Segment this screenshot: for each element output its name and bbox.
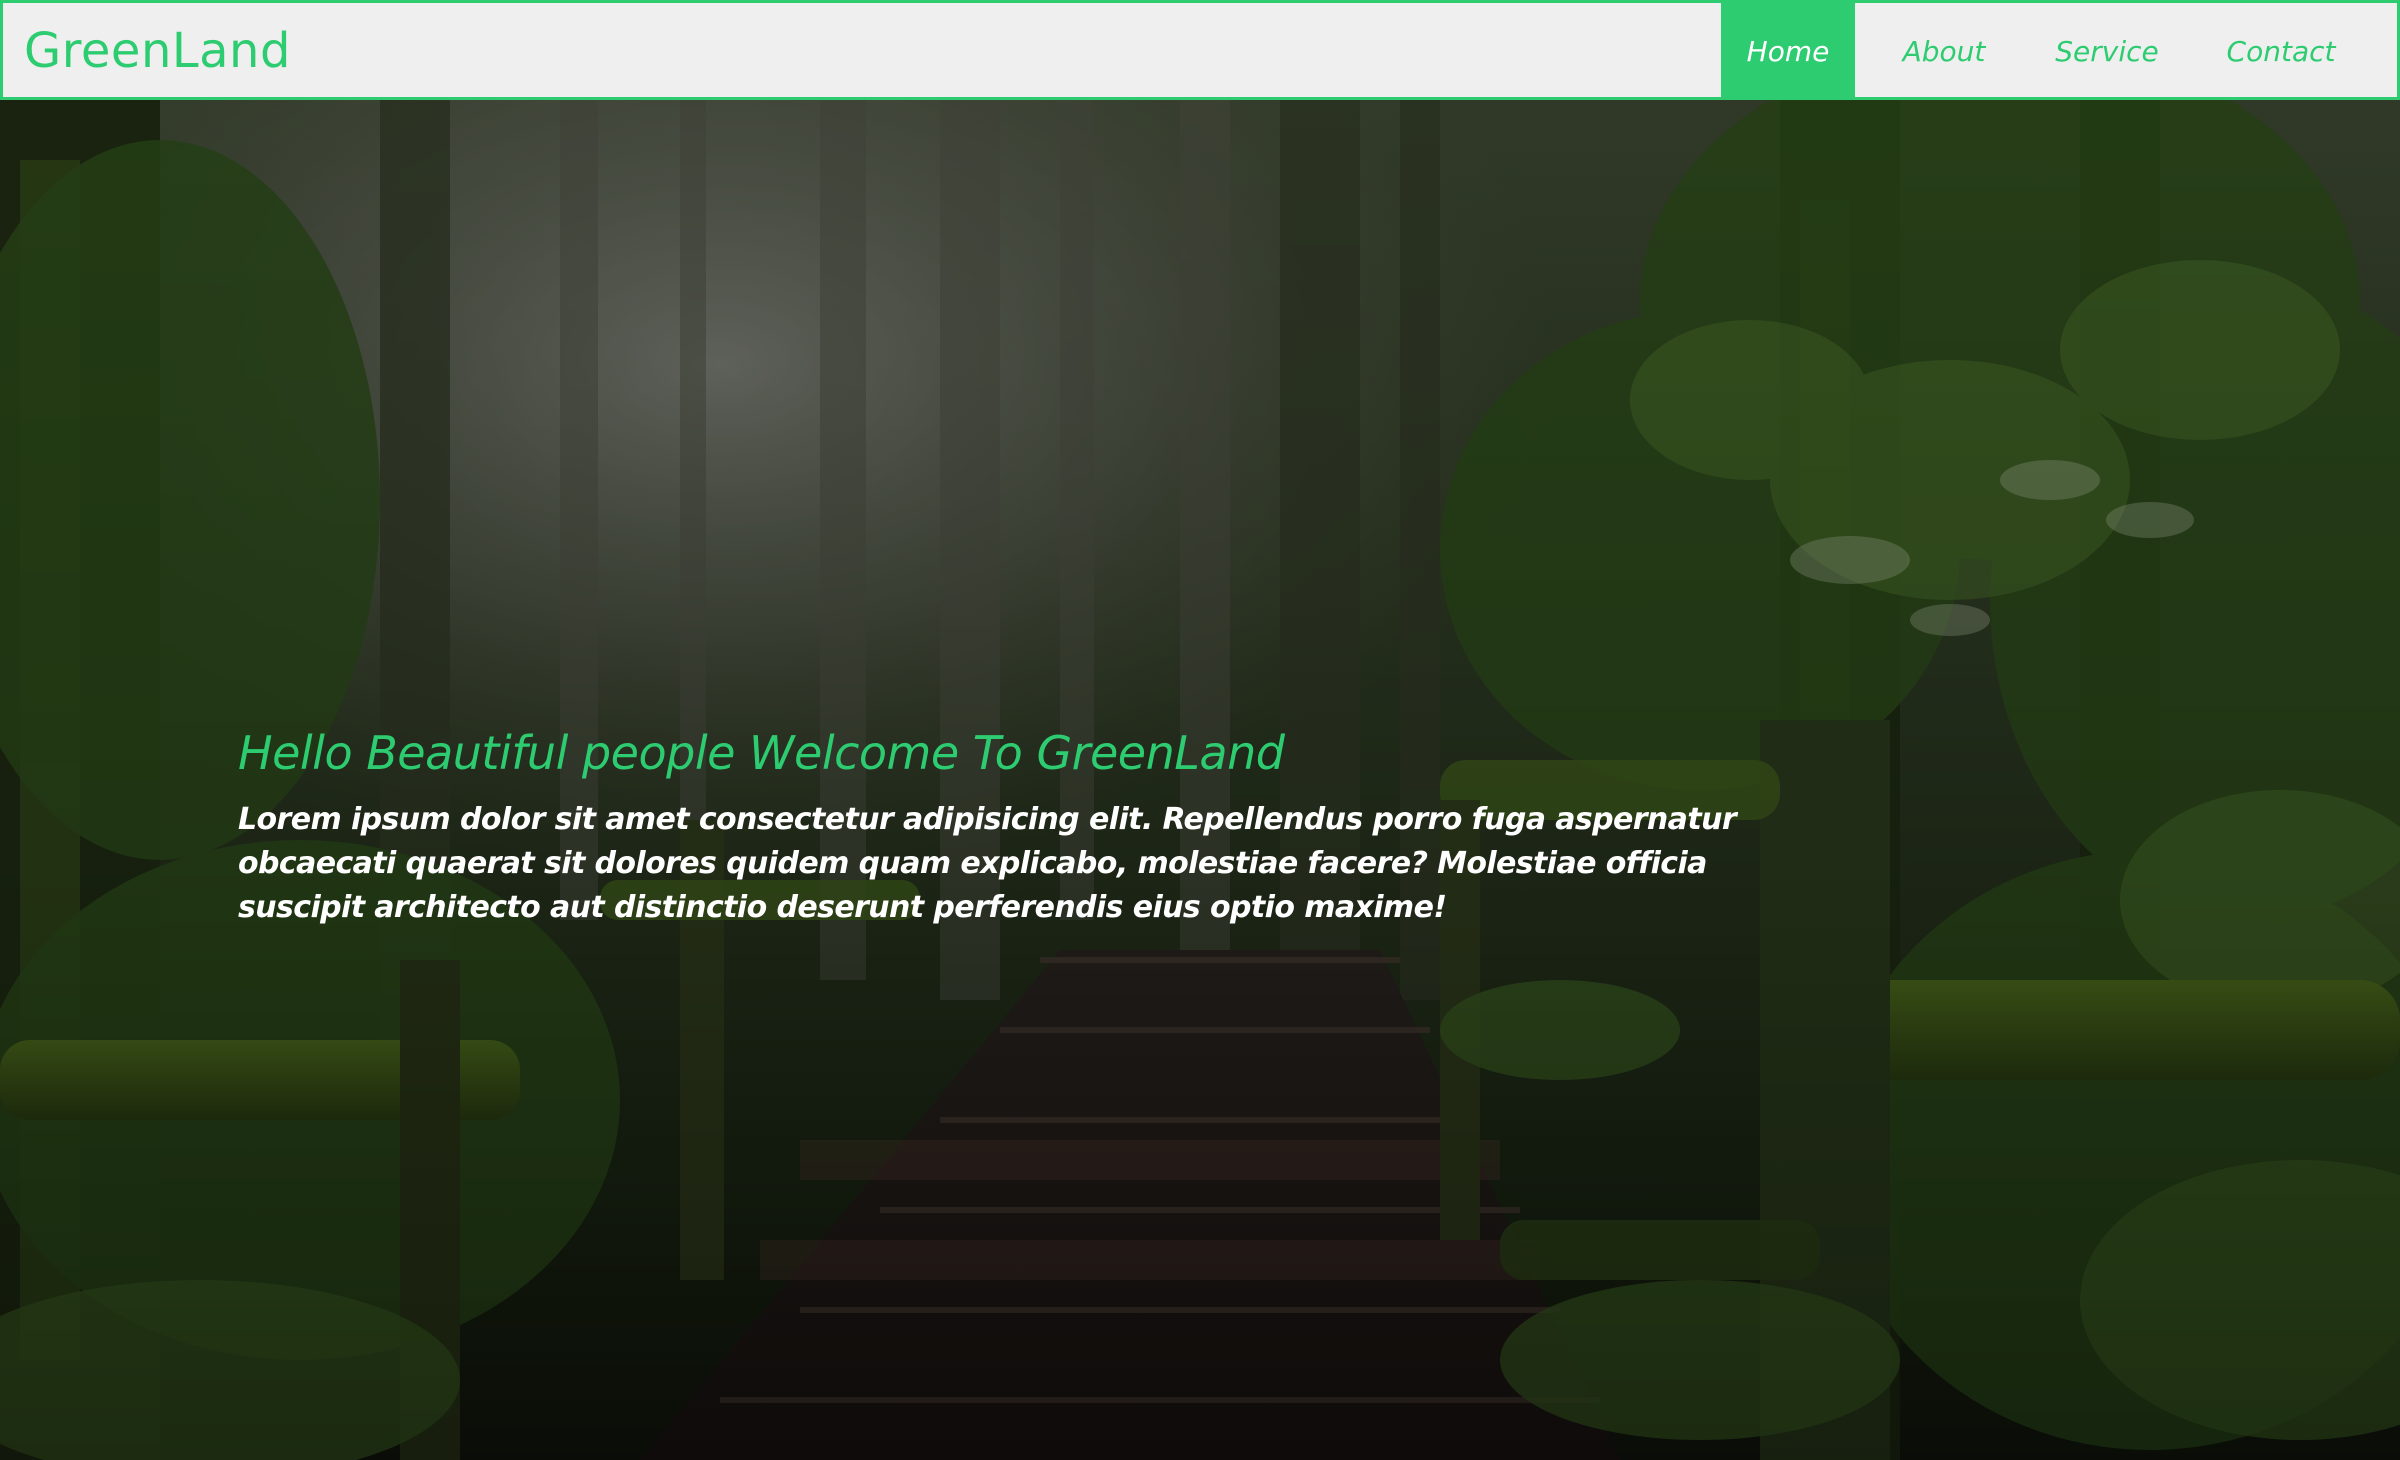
nav-link-home[interactable]: Home bbox=[1721, 3, 1855, 100]
hero-section: Hello Beautiful people Welcome To GreenL… bbox=[238, 720, 1828, 930]
nav-link-about[interactable]: About bbox=[1882, 3, 2006, 100]
nav-menu: Home About Service Contact bbox=[1721, 3, 2397, 100]
hero-title: Hello Beautiful people Welcome To GreenL… bbox=[238, 726, 1285, 780]
nav-link-contact[interactable]: Contact bbox=[2206, 3, 2356, 100]
navbar: GreenLand Home About Service Contact bbox=[0, 0, 2400, 100]
page: GreenLand Home About Service Contact Hel… bbox=[0, 0, 2400, 1460]
brand-logo[interactable]: GreenLand bbox=[24, 21, 291, 81]
hero-description: Lorem ipsum dolor sit amet consectetur a… bbox=[238, 802, 1737, 925]
nav-link-service[interactable]: Service bbox=[2037, 3, 2177, 100]
